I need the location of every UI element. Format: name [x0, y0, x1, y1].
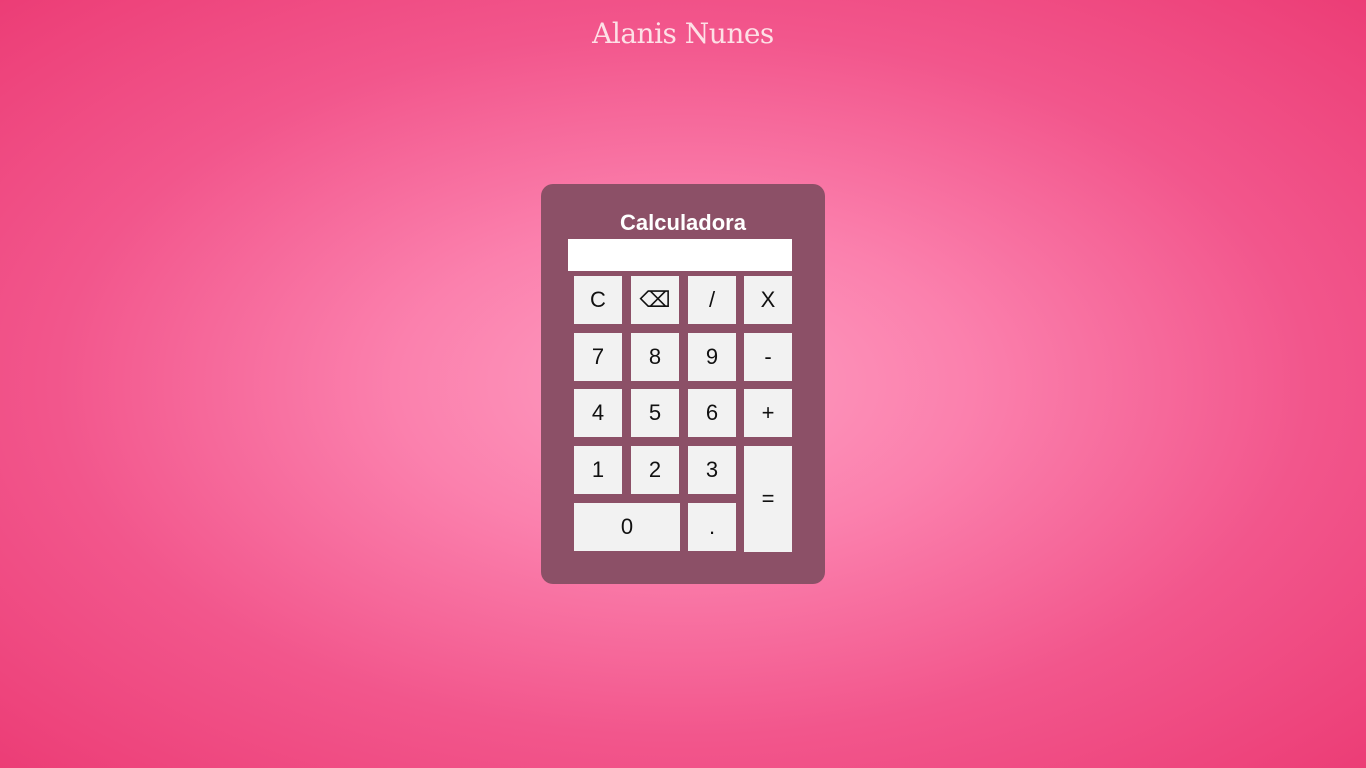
digit-5-button[interactable]: 5	[631, 389, 679, 437]
divide-button[interactable]: /	[688, 276, 736, 324]
digit-9-button[interactable]: 9	[688, 333, 736, 381]
backspace-button[interactable]: ⌫	[631, 276, 679, 324]
calculator-title: Calculadora	[620, 210, 746, 235]
digit-2-button[interactable]: 2	[631, 446, 679, 494]
author-name: Alanis Nunes	[592, 17, 774, 50]
equals-button[interactable]: =	[744, 446, 792, 552]
multiply-button[interactable]: X	[744, 276, 792, 324]
calculator-display[interactable]	[568, 239, 792, 271]
digit-0-button[interactable]: 0	[574, 503, 680, 551]
digit-4-button[interactable]: 4	[574, 389, 622, 437]
digit-3-button[interactable]: 3	[688, 446, 736, 494]
decimal-button[interactable]: .	[688, 503, 736, 551]
clear-button[interactable]: C	[574, 276, 622, 324]
digit-6-button[interactable]: 6	[688, 389, 736, 437]
minus-button[interactable]: -	[744, 333, 792, 381]
digit-8-button[interactable]: 8	[631, 333, 679, 381]
digit-7-button[interactable]: 7	[574, 333, 622, 381]
plus-button[interactable]: +	[744, 389, 792, 437]
digit-1-button[interactable]: 1	[574, 446, 622, 494]
